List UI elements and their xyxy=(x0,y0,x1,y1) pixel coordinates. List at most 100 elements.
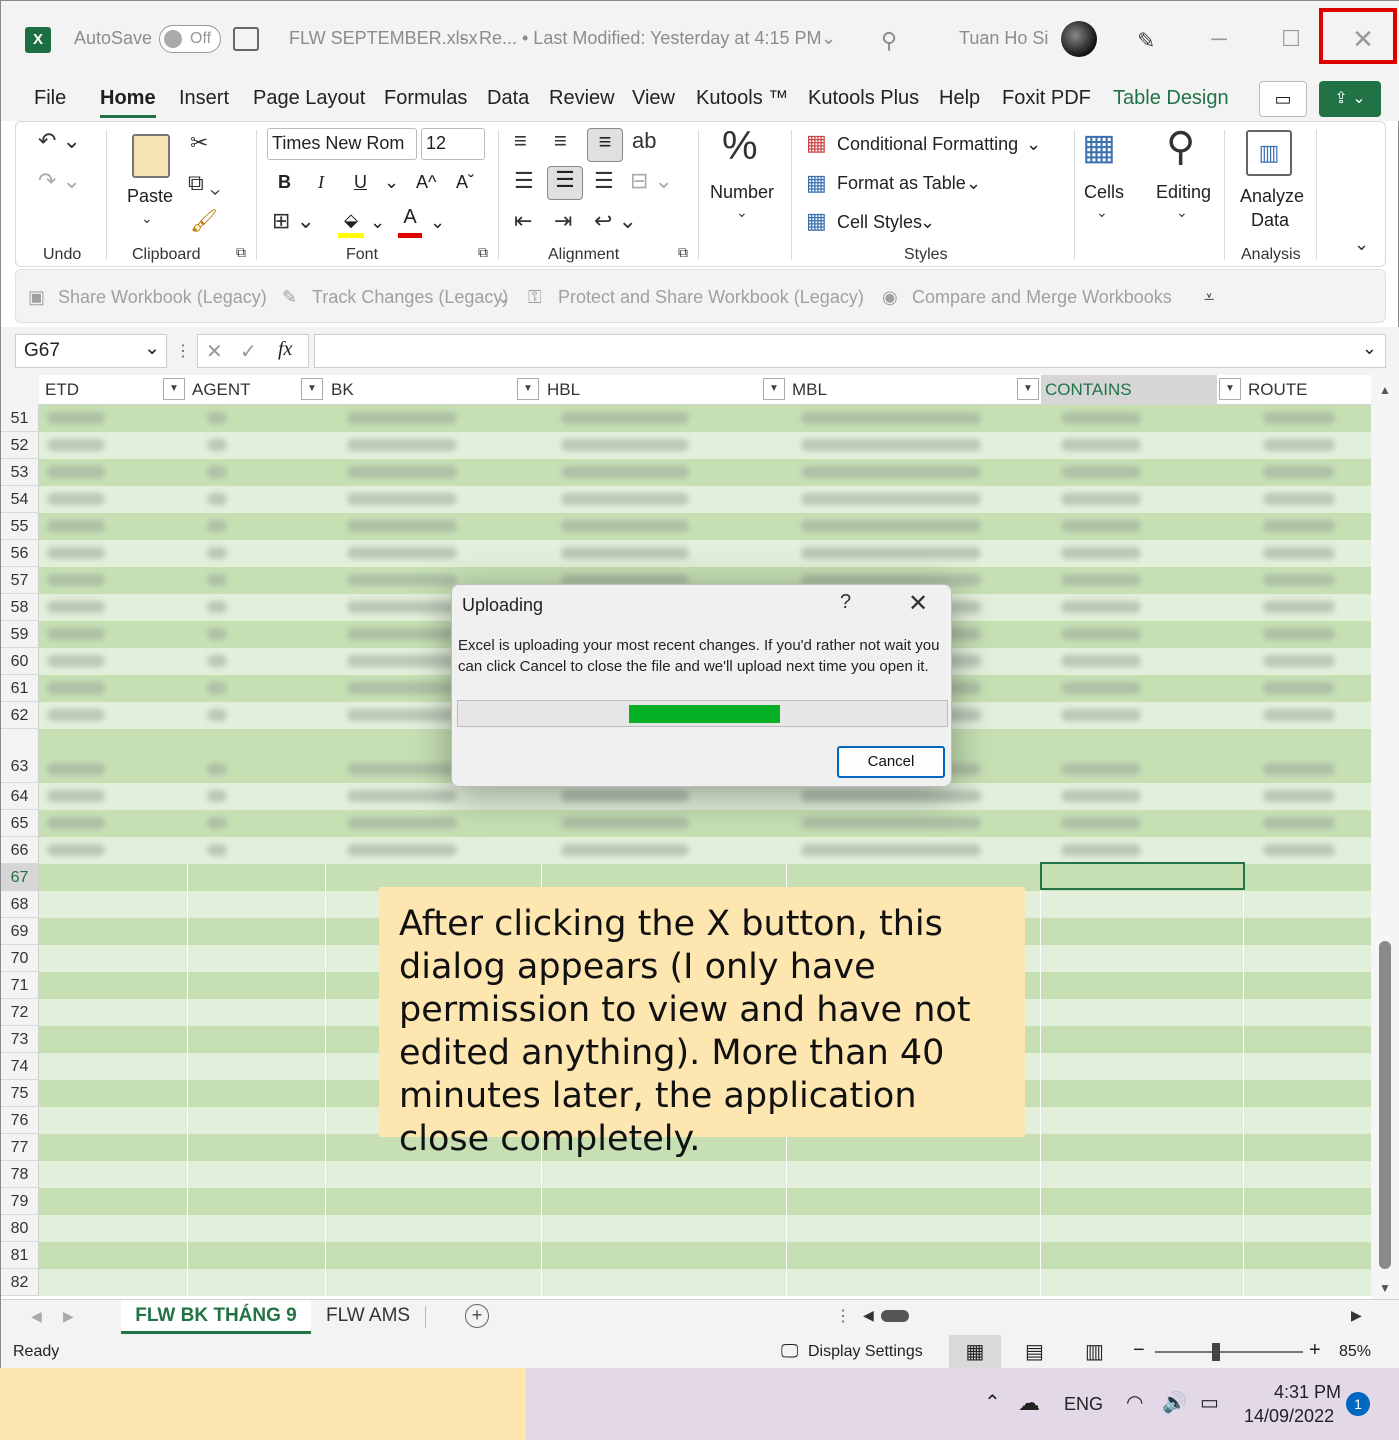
filter-dropdown-icon[interactable]: ▼ xyxy=(517,378,539,400)
dialog-launcher-icon[interactable]: ⧉ xyxy=(478,244,488,261)
row-number[interactable]: 82 xyxy=(1,1269,39,1296)
row-cells[interactable] xyxy=(39,486,1371,513)
chevron-down-icon[interactable]: ⌄ xyxy=(1176,204,1188,221)
customize-bar-icon[interactable]: ⩡ xyxy=(1204,287,1214,308)
chevron-down-icon[interactable]: ⌄ xyxy=(384,172,399,193)
last-modified[interactable]: • Last Modified: Yesterday at 4:15 PM xyxy=(522,28,821,49)
row-cells[interactable] xyxy=(39,1215,1371,1242)
column-header-contains[interactable]: CONTAINS xyxy=(1045,380,1132,400)
user-name[interactable]: Tuan Ho Si xyxy=(959,28,1048,49)
minimize-button[interactable]: ─ xyxy=(1197,17,1241,61)
row-number[interactable]: 72 xyxy=(1,999,39,1026)
vertical-scrollbar[interactable]: ▲ ▼ xyxy=(1371,375,1399,1299)
row-cells[interactable] xyxy=(39,783,1371,810)
tab-kutools-plus[interactable]: Kutools Plus xyxy=(808,87,919,110)
conditional-formatting-icon[interactable]: ▦ xyxy=(806,130,827,156)
display-settings-button[interactable]: Display Settings xyxy=(808,1343,923,1361)
bold-button[interactable]: B xyxy=(278,172,291,193)
tab-kutools[interactable]: Kutools ™ xyxy=(696,87,788,110)
tab-table-design[interactable]: Table Design xyxy=(1113,87,1229,110)
chevron-down-icon[interactable]: ⌄ xyxy=(1026,134,1041,155)
clock-time[interactable]: 4:31 PM xyxy=(1274,1382,1341,1403)
sheet-tab-flw-ams[interactable]: FLW AMS xyxy=(326,1305,410,1327)
row-number[interactable]: 77 xyxy=(1,1134,39,1161)
clock-date[interactable]: 14/09/2022 xyxy=(1244,1406,1334,1427)
cancel-entry-icon[interactable]: ✕ xyxy=(206,339,223,364)
redo-icon[interactable]: ↷ ⌄ xyxy=(38,168,81,194)
row-cells[interactable] xyxy=(39,432,1371,459)
expand-formula-icon[interactable]: ⌄ xyxy=(1362,338,1377,359)
protect-share-icon[interactable]: ⚿ xyxy=(528,287,542,308)
fill-color-icon[interactable]: ⬙ xyxy=(338,210,364,238)
row-number[interactable]: 78 xyxy=(1,1161,39,1188)
column-header-etd[interactable]: ETD xyxy=(45,380,79,400)
copy-icon[interactable]: ⧉ ⌄ xyxy=(188,170,220,196)
row-number[interactable]: 79 xyxy=(1,1188,39,1215)
align-left-icon[interactable]: ☰ xyxy=(514,168,534,194)
row-number[interactable]: 53 xyxy=(1,459,39,486)
chevron-down-icon[interactable]: ⌄ xyxy=(966,173,981,194)
pen-icon[interactable]: ✎ xyxy=(1137,28,1155,54)
align-middle-icon[interactable]: ≡ xyxy=(554,128,567,154)
row-cells[interactable] xyxy=(39,1134,1371,1161)
row-number[interactable]: 73 xyxy=(1,1026,39,1053)
dialog-launcher-icon[interactable]: ⧉ xyxy=(236,244,246,261)
column-header-bk[interactable]: BK xyxy=(331,380,354,400)
wifi-icon[interactable]: ◠ xyxy=(1126,1390,1143,1415)
row-number[interactable]: 58 xyxy=(1,594,39,621)
table-row[interactable]: 78 xyxy=(1,1161,1371,1188)
protect-share-button[interactable]: Protect and Share Workbook (Legacy) xyxy=(558,287,864,308)
scroll-left-icon[interactable]: ◀ xyxy=(863,1307,874,1324)
scroll-up-icon[interactable]: ▲ xyxy=(1379,383,1391,397)
row-number[interactable]: 76 xyxy=(1,1107,39,1134)
row-cells[interactable] xyxy=(39,513,1371,540)
row-number[interactable]: 63 xyxy=(1,729,39,783)
share-button[interactable]: ⇪ ⌄ xyxy=(1319,81,1381,117)
percent-icon[interactable]: % xyxy=(722,124,758,169)
onedrive-icon[interactable]: ☁ xyxy=(1018,1390,1040,1416)
cell-styles-icon[interactable]: ▦ xyxy=(806,208,827,234)
scroll-thumb[interactable] xyxy=(1379,941,1391,1269)
page-break-view-icon[interactable]: ▥ xyxy=(1085,1339,1104,1364)
zoom-slider[interactable] xyxy=(1155,1351,1303,1353)
tab-page-layout[interactable]: Page Layout xyxy=(253,87,365,110)
row-number[interactable]: 54 xyxy=(1,486,39,513)
column-header-mbl[interactable]: MBL xyxy=(792,380,827,400)
upload-status-short[interactable]: Re... xyxy=(479,28,517,49)
table-row[interactable]: 51 xyxy=(1,405,1371,432)
tab-foxit-pdf[interactable]: Foxit PDF xyxy=(1002,87,1091,110)
row-number[interactable]: 71 xyxy=(1,972,39,999)
next-sheet-icon[interactable]: ▶ xyxy=(63,1308,74,1325)
tab-review[interactable]: Review xyxy=(549,87,615,110)
tab-formulas[interactable]: Formulas xyxy=(384,87,467,110)
chevron-down-icon[interactable]: ⌄ xyxy=(430,212,445,233)
table-row[interactable]: 56 xyxy=(1,540,1371,567)
row-cells[interactable] xyxy=(39,810,1371,837)
format-as-table-icon[interactable]: ▦ xyxy=(806,170,827,196)
table-row[interactable]: 53 xyxy=(1,459,1371,486)
cells-icon[interactable]: ▦ xyxy=(1082,126,1116,168)
cut-icon[interactable]: ✂ xyxy=(190,130,208,156)
filter-dropdown-icon[interactable]: ▼ xyxy=(763,378,785,400)
table-row[interactable]: 52 xyxy=(1,432,1371,459)
page-layout-view-icon[interactable]: ▤ xyxy=(1025,1339,1044,1364)
filter-dropdown-icon[interactable]: ▼ xyxy=(301,378,323,400)
row-cells[interactable] xyxy=(39,1242,1371,1269)
tab-view[interactable]: View xyxy=(632,87,675,110)
font-size-combo[interactable]: 12 xyxy=(421,128,485,160)
filter-dropdown-icon[interactable]: ▼ xyxy=(1219,378,1241,400)
dialog-launcher-icon[interactable]: ⧉ xyxy=(678,244,688,261)
language-indicator[interactable]: ENG xyxy=(1064,1394,1103,1415)
scroll-right-icon[interactable]: ▶ xyxy=(1351,1307,1362,1324)
collapse-ribbon-icon[interactable]: ⌄ xyxy=(1354,234,1369,255)
normal-view-button[interactable]: ▦ xyxy=(949,1335,1001,1369)
table-row[interactable]: 66 xyxy=(1,837,1371,864)
battery-icon[interactable]: ▭ xyxy=(1200,1390,1219,1415)
compare-merge-icon[interactable]: ◉ xyxy=(882,287,898,308)
zoom-out-icon[interactable]: − xyxy=(1133,1339,1145,1362)
scroll-down-icon[interactable]: ▼ xyxy=(1379,1281,1391,1295)
editing-search-icon[interactable]: ⚲ xyxy=(1166,124,1195,170)
confirm-entry-icon[interactable]: ✓ xyxy=(240,339,257,364)
more-icon[interactable]: ⋮ xyxy=(835,1306,851,1326)
corner-cell[interactable] xyxy=(1,375,39,405)
